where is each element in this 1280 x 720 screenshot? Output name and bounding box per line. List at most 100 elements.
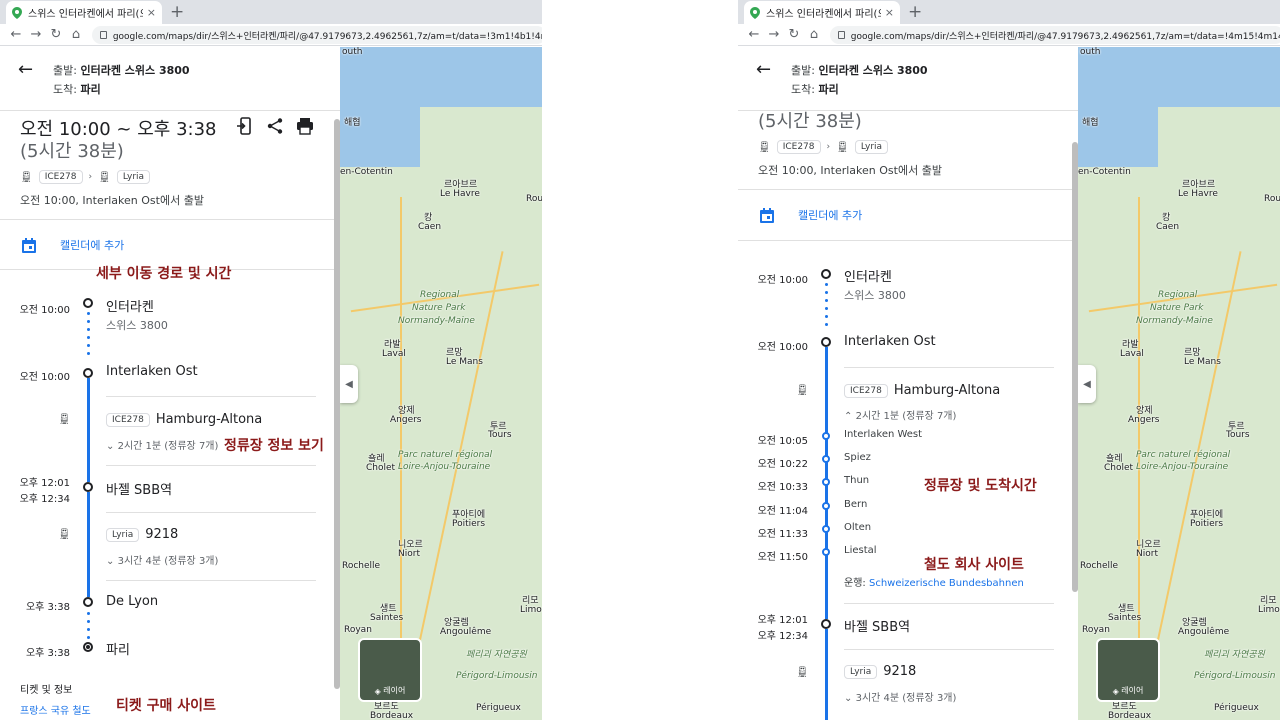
node-start [821, 269, 831, 279]
leg-lyria: Lyria 9218 [106, 527, 178, 542]
tickets-link[interactable]: 프랑스 국유 철도 [20, 702, 91, 717]
address-bar[interactable]: google.com/maps/dir/스위스+인터라켄/파리/@47.9179… [92, 26, 542, 44]
tab-close-icon[interactable]: × [885, 6, 894, 19]
map-label: Bordeaux [1108, 711, 1152, 720]
map-view[interactable]: outh 해협 en-Cotentin 르아브르 Le Havre Rou 캉 … [340, 47, 542, 720]
operator-link[interactable]: Schweizerische Bundesbahnen [869, 578, 1024, 589]
time-intermediate-stop: 오전 10:33 [757, 482, 808, 493]
time-basel-arrive: 오후 12:01 [19, 478, 70, 489]
calendar-label: 캘린더에 추가 [798, 209, 863, 222]
time-intermediate-stop: 오전 11:33 [757, 529, 808, 540]
intermediate-stop: Liestal [844, 545, 877, 556]
calendar-icon [22, 237, 36, 253]
share-icon[interactable] [266, 117, 284, 135]
intermediate-stop: Thun [844, 475, 870, 486]
phone-send-icon[interactable] [236, 117, 254, 135]
chip-ice278: ICE278 [38, 170, 83, 184]
map-label-park: Périgord-Limousin [1194, 671, 1276, 681]
chevron-down-icon: ⌄ [106, 441, 115, 452]
map-label-park: Nature Park [412, 303, 466, 313]
leg-lyria-number: 9218 [145, 527, 179, 542]
add-to-calendar-button[interactable]: 캘린더에 추가 [22, 237, 124, 253]
tab-close-icon[interactable]: × [147, 6, 156, 19]
map-label: Le Mans [446, 357, 483, 367]
route-to: 도착: 파리 [53, 83, 101, 96]
leg-lyria-info[interactable]: ⌄ 3시간 4분 (정류장 3개) [844, 689, 956, 704]
back-icon[interactable]: ← [744, 27, 764, 42]
url-text: google.com/maps/dir/스위스+인터라켄/파리/@47.9179… [850, 31, 1280, 42]
map-label: en-Cotentin [340, 167, 393, 177]
node-start [83, 298, 93, 308]
new-tab-button[interactable]: + [908, 2, 922, 22]
divider [844, 649, 1054, 650]
map-label: en-Cotentin [1078, 167, 1131, 177]
map-label: Poitiers [1190, 519, 1224, 529]
map-label-park: Normandy-Maine [1136, 316, 1213, 326]
map-label-park: Parc naturel régional [398, 450, 493, 460]
train-icon: 🚆︎ [796, 385, 809, 396]
divider [844, 367, 1054, 368]
browser-tab[interactable]: 스위스 인터라켄에서 파리(으)로 × [744, 1, 900, 24]
chip-lyria: Lyria [116, 170, 151, 184]
tab-bar: 스위스 인터라켄에서 파리(으)로 × + [0, 0, 542, 24]
home-icon[interactable]: ⌂ [66, 27, 86, 42]
map-label-park: Nature Park [1150, 303, 1204, 313]
forward-icon[interactable]: → [26, 27, 46, 42]
new-tab-button[interactable]: + [170, 2, 184, 22]
layers-button[interactable]: ◈ 레이어 [358, 638, 422, 702]
address-bar[interactable]: google.com/maps/dir/스위스+인터라켄/파리/@47.9179… [830, 26, 1280, 44]
layers-icon: ◈ [374, 687, 384, 696]
annotation-stops-view: 정류장 정보 보기 [224, 438, 324, 454]
right-screenshot: 스위스 인터라켄에서 파리(으)로 × + ← → ↻ ⌂ google.com… [738, 0, 1280, 720]
chip-lyria: Lyria [854, 140, 889, 154]
node-intermediate-stop [822, 525, 830, 533]
layers-button[interactable]: ◈ 레이어 [1096, 638, 1160, 702]
forward-icon[interactable]: → [764, 27, 784, 42]
collapse-panel-button[interactable]: ◀ [340, 365, 358, 403]
time-paris: 오후 3:38 [25, 648, 70, 659]
chip-lyria: Lyria [106, 527, 140, 542]
map-label: 해협 [344, 118, 361, 128]
time-de-lyon: 오후 3:38 [25, 602, 70, 613]
reload-icon[interactable]: ↻ [46, 27, 66, 42]
layers-label: 레이어 [383, 686, 406, 695]
stop-basel: 바젤 SBB역 [844, 620, 911, 635]
back-icon[interactable]: ← [6, 27, 26, 42]
map-label: Rou [1264, 194, 1280, 204]
departure-info: 오전 10:00, Interlaken Ost에서 출발 [758, 164, 942, 177]
transit-modes: 🚆︎ ICE278 › 🚆︎ Lyria [20, 170, 151, 184]
reload-icon[interactable]: ↻ [784, 27, 804, 42]
tab-bar: 스위스 인터라켄에서 파리(으)로 × + [738, 0, 1280, 24]
map-label-park: Regional [420, 290, 460, 300]
browser-tab[interactable]: 스위스 인터라켄에서 파리(으)로 × [6, 1, 162, 24]
map-view[interactable]: outh 해협 en-Cotentin 르아브르 Le Havre Rou 캉 … [1078, 47, 1280, 720]
node-intermediate-stop [822, 548, 830, 556]
leg-ice278-info[interactable]: ⌃ 2시간 1분 (정류장 7개) [844, 407, 956, 422]
back-arrow-icon[interactable]: ← [18, 59, 33, 80]
train-icon: 🚆︎ [836, 141, 849, 153]
tab-title: 스위스 인터라켄에서 파리(으)로 [766, 9, 881, 20]
map-label: Bordeaux [370, 711, 414, 720]
map-label: Saintes [370, 613, 404, 623]
map-label-park: Normandy-Maine [398, 316, 475, 326]
annotation-route-detail: 세부 이동 경로 및 시간 [96, 266, 232, 282]
add-to-calendar-button[interactable]: 캘린더에 추가 [760, 207, 862, 223]
home-icon[interactable]: ⌂ [804, 27, 824, 42]
map-label: Le Havre [1178, 189, 1218, 199]
divider [738, 240, 1078, 241]
divider [106, 465, 316, 466]
leg-ice278-info[interactable]: ⌄ 2시간 1분 (정류장 7개) [106, 437, 218, 452]
train-icon: 🚆︎ [58, 414, 71, 425]
map-label-park: Regional [1158, 290, 1198, 300]
map-label-park: 페리괴 자연공원 [1204, 650, 1265, 660]
intermediate-stop: Interlaken West [844, 429, 923, 440]
time-interlaken-ost: 오전 10:00 [757, 342, 808, 353]
time-basel-depart: 오후 12:34 [19, 494, 70, 505]
leg-lyria-info[interactable]: ⌄ 3시간 4분 (정류장 3개) [106, 552, 218, 567]
stop-paris: 파리 [106, 643, 130, 658]
node-intermediate-stop [822, 478, 830, 486]
back-arrow-icon[interactable]: ← [756, 59, 771, 80]
collapse-panel-button[interactable]: ◀ [1078, 365, 1096, 403]
time-basel-depart: 오후 12:34 [757, 631, 808, 642]
print-icon[interactable] [296, 117, 314, 135]
